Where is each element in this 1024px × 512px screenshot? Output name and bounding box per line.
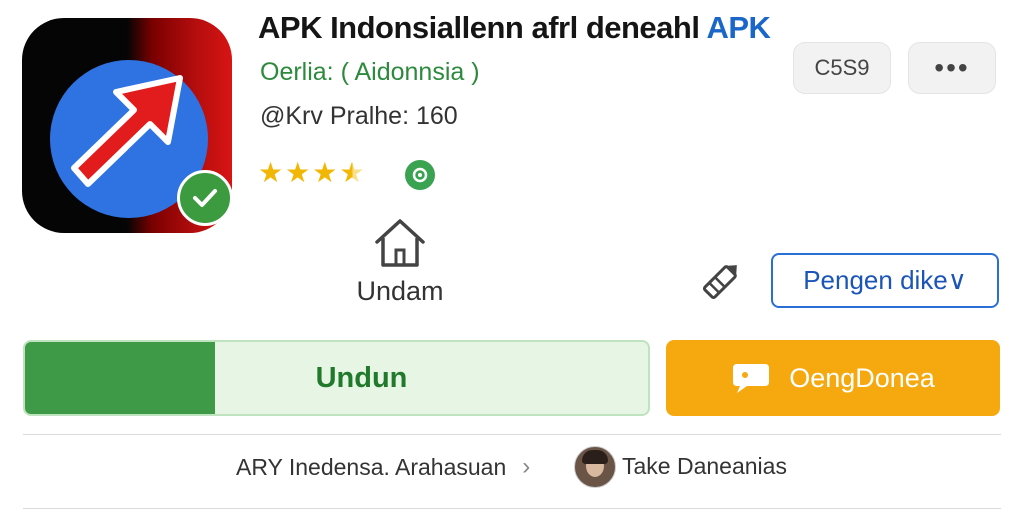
star-icon: ★: [312, 157, 338, 188]
half-star-icon: ★: [339, 157, 365, 188]
install-button[interactable]: Undun: [23, 340, 650, 416]
green-badge-icon: [405, 160, 435, 190]
secondary-button[interactable]: OengDonea: [666, 340, 1000, 416]
verified-check-icon: [177, 170, 233, 226]
install-button-label: Undun: [315, 361, 408, 394]
pencil-icon[interactable]: [697, 256, 747, 304]
app-title-main: APK Indonsiallenn afrl deneahl: [258, 10, 700, 45]
code-chip[interactable]: C5S9: [793, 42, 891, 94]
divider: [23, 508, 1001, 509]
chat-bubble-icon: [733, 364, 770, 393]
app-meta: @Krv Pralhe: 160: [260, 102, 458, 130]
divider: [23, 434, 1001, 435]
home-label[interactable]: Undam: [330, 276, 470, 307]
app-title-accent: APK: [706, 10, 771, 45]
secondary-button-label: OengDonea: [789, 362, 935, 393]
app-title: APK Indonsiallenn afrl deneahl APK: [258, 10, 771, 46]
rating-stars: ★ ★ ★ ★: [258, 158, 364, 188]
chevron-right-icon: ›: [522, 453, 531, 480]
footer-breadcrumb[interactable]: ARY Inedensa. Arahasuan ›: [236, 453, 530, 481]
developer-link[interactable]: Oerlia: ( Aidonnsia ): [260, 58, 480, 87]
avatar[interactable]: [574, 446, 616, 488]
footer-user-name[interactable]: Take Daneanias: [622, 453, 787, 480]
star-icon: ★: [285, 157, 311, 188]
star-icon: ★: [258, 157, 284, 188]
category-dropdown[interactable]: Pengen dike∨: [771, 253, 999, 308]
more-options-button[interactable]: •••: [908, 42, 996, 94]
footer-breadcrumb-text: ARY Inedensa. Arahasuan: [236, 453, 507, 480]
home-icon[interactable]: [371, 216, 429, 270]
